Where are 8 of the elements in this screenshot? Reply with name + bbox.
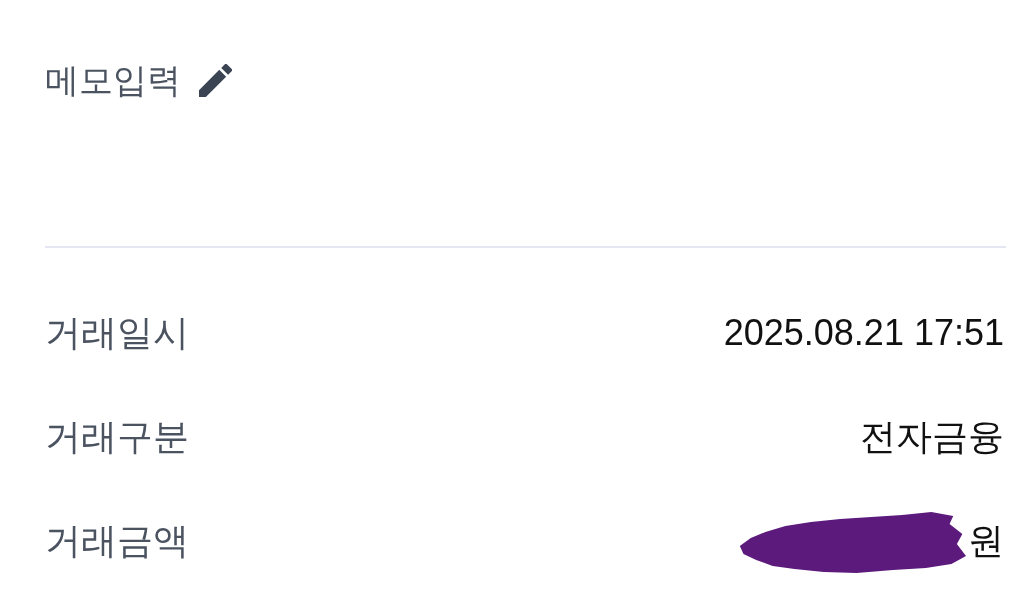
detail-value: 2025.08.21 17:51 [723,312,1004,354]
detail-label: 거래일시 [45,310,189,355]
memo-input-button[interactable]: 메모입력 [45,58,232,102]
detail-label: 거래구분 [45,414,189,459]
detail-value: 전자금융 [860,414,1004,459]
detail-label: 거래금액 [45,518,189,563]
pencil-icon [199,63,232,97]
detail-value: 원 [968,518,1004,563]
